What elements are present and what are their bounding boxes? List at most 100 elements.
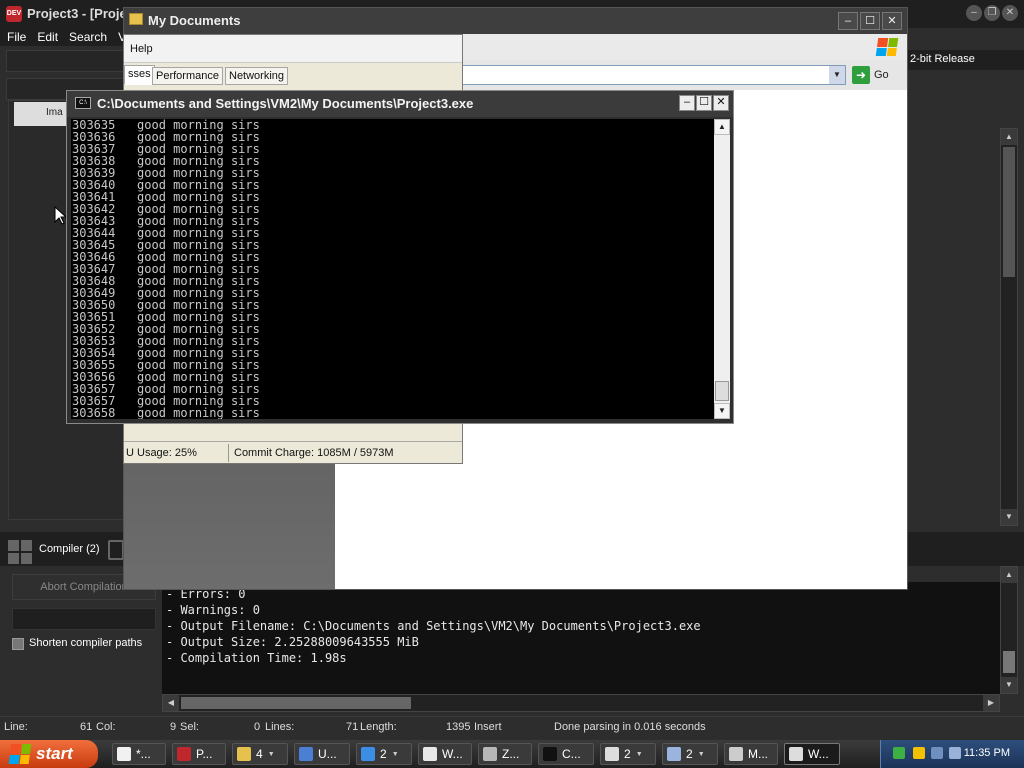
scroll-down-icon[interactable]: ▼ [714, 403, 730, 419]
group-chevron-down-icon: ▼ [267, 750, 275, 758]
taskbar-button-label: U... [318, 747, 337, 761]
scroll-up-icon[interactable]: ▲ [1001, 129, 1017, 145]
go-arrow-icon: ➜ [852, 66, 870, 84]
taskbar-button-label: C... [562, 747, 581, 761]
log-vertical-scrollbar[interactable]: ▲ ▼ [1000, 566, 1018, 694]
tray-tool-icon[interactable] [931, 747, 943, 759]
windows-logo-icon [875, 38, 899, 56]
taskbar-button[interactable]: *... [112, 743, 166, 765]
taskbar-button[interactable]: 2 ▼ [662, 743, 718, 765]
explorer-toolbar [462, 34, 907, 60]
taskbar-app-icon [361, 747, 375, 761]
group-chevron-down-icon: ▼ [697, 750, 705, 758]
minimize-icon[interactable]: – [679, 95, 695, 111]
tray-app-icon[interactable] [949, 747, 961, 759]
taskbar-button[interactable]: W... [784, 743, 840, 765]
menu-edit[interactable]: Edit [37, 30, 58, 44]
status-sel-label: Sel: [180, 721, 199, 733]
group-chevron-down-icon: ▼ [391, 750, 399, 758]
tab-processes[interactable]: sses [124, 65, 155, 85]
close-icon[interactable]: ✕ [713, 95, 729, 111]
scroll-up-icon[interactable]: ▲ [714, 119, 730, 135]
taskbar-button[interactable]: Z... [478, 743, 532, 765]
task-manager-menu: Help [124, 35, 462, 63]
status-line-value: 61 [80, 721, 93, 733]
tab-networking[interactable]: Networking [225, 67, 289, 85]
taskbar-app-icon [667, 747, 681, 761]
explorer-title-bar: My Documents – ☐ ✕ [124, 8, 907, 34]
scroll-down-icon[interactable]: ▼ [1001, 509, 1017, 525]
taskbar-button[interactable]: W... [418, 743, 472, 765]
taskbar-button-label: Z... [502, 747, 520, 761]
taskbar-button[interactable]: 2 ▼ [356, 743, 412, 765]
taskbar-app-icon [789, 747, 803, 761]
taskbar-app-icon [237, 747, 251, 761]
taskbar-button[interactable]: 4 ▼ [232, 743, 288, 765]
task-manager-tabs: sses Performance Networking [124, 63, 462, 85]
devcpp-logo-icon: DEV [6, 6, 22, 22]
tab-performance[interactable]: Performance [152, 67, 223, 85]
console-scrollbar[interactable]: ▲ ▼ [714, 119, 730, 419]
editor-scrollbar[interactable]: ▲ ▼ [1000, 128, 1018, 526]
scroll-up-icon[interactable]: ▲ [1001, 567, 1017, 583]
log-line: - Output Size: 2.25288009643555 MiB [166, 635, 419, 649]
build-config-select[interactable]: 2-bit Release [906, 50, 1024, 70]
taskbar-button-label: 4 [256, 747, 263, 761]
console-output[interactable]: 303635 good morning sirs 303636 good morn… [71, 119, 715, 419]
start-button[interactable]: start [0, 740, 98, 768]
ide-status-bar: Line: 61 Col: 9 Sel: 0 Lines: 71 Length:… [0, 716, 1024, 738]
scroll-right-icon[interactable]: ▶ [983, 695, 999, 711]
menu-search[interactable]: Search [69, 30, 107, 44]
close-icon[interactable]: ✕ [882, 12, 902, 30]
taskbar-app-icon [483, 747, 497, 761]
close-icon[interactable]: ✕ [1002, 5, 1018, 21]
maximize-icon[interactable]: ☐ [696, 95, 712, 111]
shorten-paths-label: Shorten compiler paths [29, 637, 143, 649]
menu-file[interactable]: File [7, 30, 26, 44]
mouse-cursor-icon [54, 206, 66, 225]
log-horizontal-scrollbar[interactable]: ◀ ▶ [162, 694, 1000, 712]
ide-toolbar [6, 50, 124, 72]
taskbar-button[interactable]: 2 ▼ [600, 743, 656, 765]
scrollbar-thumb[interactable] [1003, 651, 1015, 673]
resources-tab-icon[interactable] [108, 540, 124, 560]
taskbar-button-label: P... [196, 747, 213, 761]
folder-icon [129, 13, 143, 25]
maximize-icon[interactable]: ☐ [860, 12, 880, 30]
windows-flag-icon [8, 744, 32, 764]
security-shield-icon[interactable] [913, 747, 925, 759]
restore-icon[interactable]: ❐ [984, 5, 1000, 21]
go-button[interactable]: ➜ Go [852, 65, 902, 85]
go-label: Go [874, 69, 889, 81]
status-insert-mode: Insert [474, 721, 502, 733]
chevron-down-icon[interactable]: ▼ [829, 66, 845, 84]
menu-help[interactable]: Help [130, 43, 153, 55]
console-title-bar: C:\ C:\Documents and Settings\VM2\My Doc… [67, 91, 733, 117]
explorer-title: My Documents [148, 13, 241, 28]
commit-charge: Commit Charge: 1085M / 5973M [234, 447, 394, 459]
taskbar-app-icon [729, 747, 743, 761]
shorten-paths-checkbox[interactable] [12, 638, 24, 650]
taskbar-button-label: 2 [624, 747, 631, 761]
scroll-left-icon[interactable]: ◀ [163, 695, 179, 711]
status-lines-value: 71 [346, 721, 359, 733]
taskbar-button[interactable]: P... [172, 743, 226, 765]
ide-menu-bar: File Edit Search V [0, 28, 126, 46]
address-input[interactable]: ▼ [462, 65, 846, 85]
scrollbar-thumb[interactable] [715, 381, 729, 401]
scroll-down-icon[interactable]: ▼ [1001, 677, 1017, 693]
taskbar-button-label: *... [136, 747, 151, 761]
group-chevron-down-icon: ▼ [635, 750, 643, 758]
taskbar-button[interactable]: C... [538, 743, 594, 765]
scrollbar-thumb[interactable] [1003, 147, 1015, 277]
console-title: C:\Documents and Settings\VM2\My Documen… [97, 96, 474, 111]
minimize-icon[interactable]: – [966, 5, 982, 21]
scrollbar-thumb[interactable] [181, 697, 411, 709]
minimize-icon[interactable]: – [838, 12, 858, 30]
network-icon[interactable] [893, 747, 905, 759]
taskbar-button-label: W... [808, 747, 829, 761]
taskbar-button[interactable]: M... [724, 743, 778, 765]
taskbar-button[interactable]: U... [294, 743, 350, 765]
tab-compiler[interactable]: Compiler (2) [39, 543, 100, 555]
status-message: Done parsing in 0.016 seconds [554, 721, 706, 733]
